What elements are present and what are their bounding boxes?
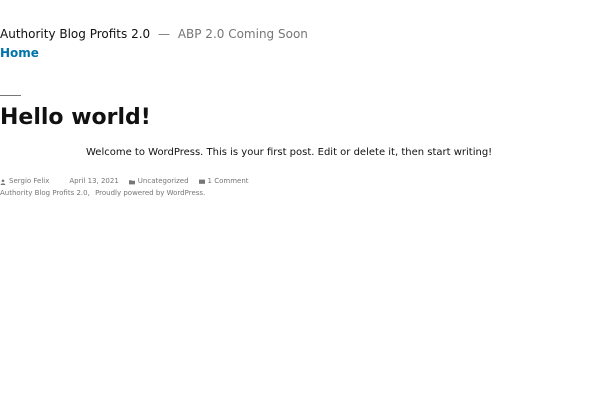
site-branding: Authority Blog Profits 2.0 — ABP 2.0 Com…: [0, 26, 308, 42]
footer-separator: ,: [87, 189, 90, 197]
category-link[interactable]: Uncategorized: [138, 177, 189, 186]
folder-icon: [128, 179, 135, 184]
post-meta: Sergio Felix April 13, 2021 Uncategorize…: [0, 177, 249, 186]
post-title[interactable]: Hello world!: [0, 104, 151, 132]
post-author[interactable]: Sergio Felix: [0, 177, 49, 186]
title-separator: —: [157, 27, 170, 41]
footer-site-name[interactable]: Authority Blog Profits 2.0: [0, 189, 88, 197]
site-header: Authority Blog Profits 2.0 — ABP 2.0 Com…: [0, 26, 308, 61]
site-footer: Authority Blog Profits 2.0, Proudly powe…: [0, 189, 205, 198]
post-date[interactable]: April 13, 2021: [69, 177, 118, 186]
site-tagline: ABP 2.0 Coming Soon: [177, 27, 308, 41]
site-title-link[interactable]: Authority Blog Profits 2.0: [0, 27, 150, 41]
post-category[interactable]: Uncategorized: [128, 177, 189, 186]
footer-powered-by[interactable]: Proudly powered by WordPress.: [95, 189, 205, 197]
date-text[interactable]: April 13, 2021: [69, 177, 118, 186]
comments-link[interactable]: 1 Comment: [208, 177, 249, 186]
post-divider: [0, 95, 21, 96]
author-name[interactable]: Sergio Felix: [9, 177, 49, 186]
person-icon: [0, 178, 6, 185]
post-comments[interactable]: 1 Comment: [198, 177, 249, 186]
comment-icon: [198, 179, 205, 184]
post-content: Welcome to WordPress. This is your first…: [86, 147, 493, 158]
nav-item-home[interactable]: Home: [0, 45, 39, 61]
